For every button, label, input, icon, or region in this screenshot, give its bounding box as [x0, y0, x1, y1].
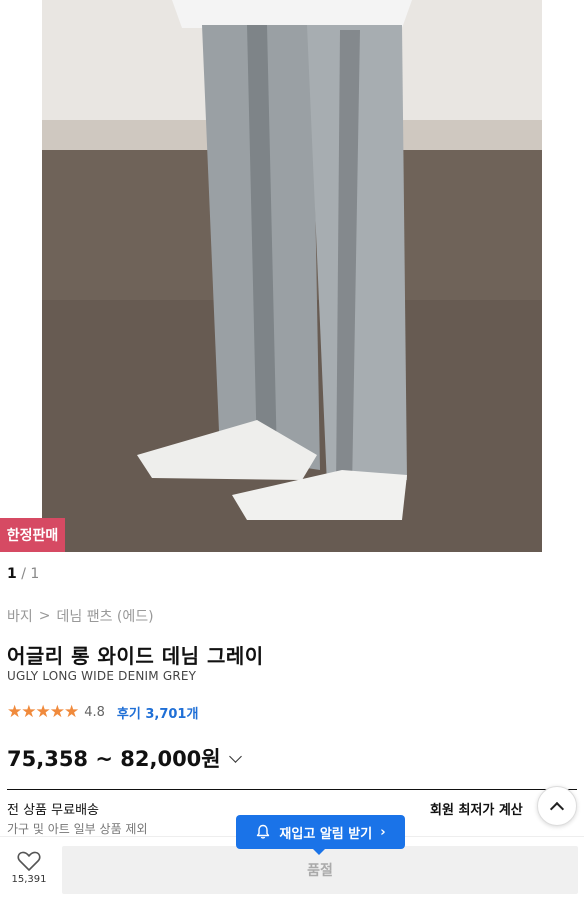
chevron-right-icon: ›: [380, 824, 386, 840]
pager-separator: /: [21, 566, 26, 582]
breadcrumb-item-denim[interactable]: 데님 팬츠 (에드): [57, 606, 154, 626]
star-rating-icon: ★★★★★: [7, 702, 79, 722]
bell-icon: [257, 824, 270, 839]
product-title: 어글리 롱 와이드 데님 그레이: [7, 644, 264, 668]
price: 75,358 ~ 82,000원: [7, 747, 221, 771]
limited-sale-badge: 한정판매: [0, 518, 65, 552]
breadcrumb-item-pants[interactable]: 바지: [7, 606, 33, 626]
rating-score: 4.8: [84, 704, 105, 720]
shipping-title: 전 상품 무료배송: [7, 803, 99, 818]
image-pager: 1 / 1: [7, 566, 39, 582]
wishlist-button[interactable]: 15,391: [8, 850, 50, 892]
chevron-down-icon: [228, 749, 242, 763]
product-image[interactable]: [42, 0, 542, 552]
reviews-link[interactable]: 후기 3,701개: [117, 703, 199, 722]
restock-alert-button[interactable]: 재입고 알림 받기 ›: [236, 815, 405, 855]
product-photo: [42, 0, 542, 552]
price-toggle[interactable]: 75,358 ~ 82,000원: [7, 743, 242, 773]
pager-current: 1: [7, 566, 17, 582]
shipping-note: 가구 및 아트 일부 상품 제외: [7, 822, 148, 836]
member-price-button[interactable]: 회원 최저가 계산: [430, 799, 523, 818]
rating-row: ★★★★★ 4.8 후기 3,701개: [7, 702, 198, 722]
breadcrumb-separator: >: [38, 608, 51, 624]
divider: [7, 789, 577, 790]
restock-label: 재입고 알림 받기: [279, 826, 373, 842]
pager-total: 1: [30, 566, 40, 582]
scroll-top-button[interactable]: [537, 786, 577, 826]
breadcrumb: 바지 > 데님 팬츠 (에드): [7, 606, 154, 626]
product-subtitle: UGLY LONG WIDE DENIM GREY: [7, 669, 197, 683]
heart-icon: [17, 851, 41, 871]
chevron-up-icon: [549, 801, 565, 816]
wish-count: 15,391: [11, 874, 47, 885]
